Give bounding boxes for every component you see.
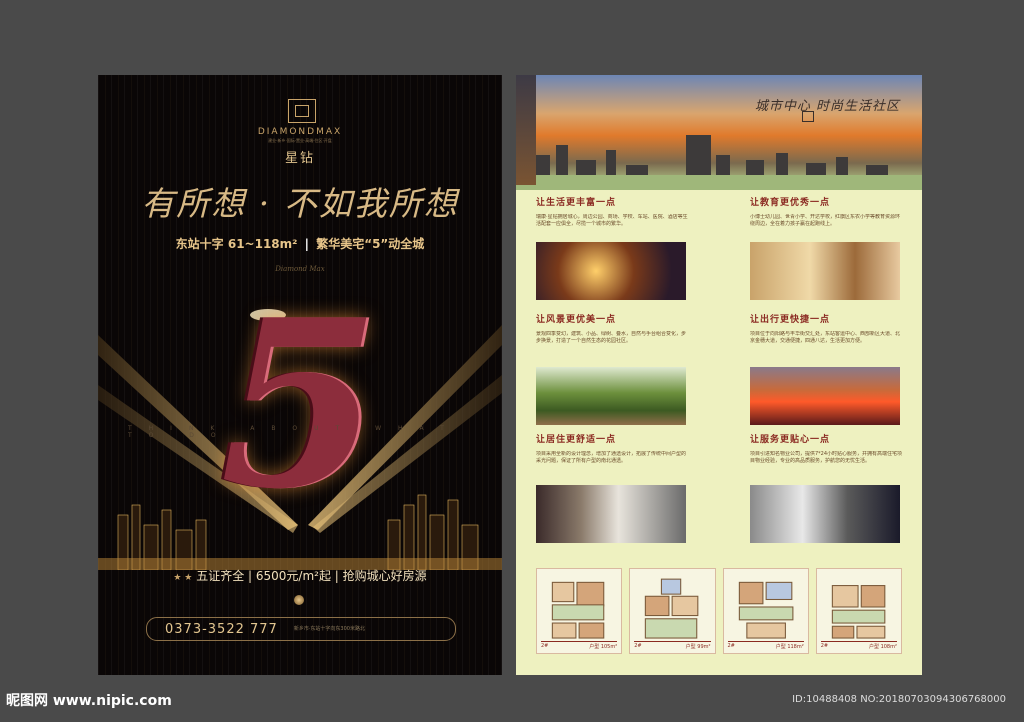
block-desc: 瑞康·星钻拥居城心，周边公园、商场、学校、车站、医院、酒店等生活配套一应俱全，尽…	[536, 214, 688, 227]
tagline-location: 东站十字 61~118m²	[175, 237, 298, 251]
star-icon: ★ ★	[173, 573, 193, 583]
brand-chinese: 星钻	[284, 151, 315, 166]
block-title: 让风景更优美一点	[536, 315, 617, 325]
block-desc: 小博士幼儿园、世青小学、开达学校，红旗区东农小学等教育资源环绕周边，全在着力孩子…	[750, 214, 901, 227]
right-flyer: 城市中心 时尚生活社区 让生活更丰富一点 瑞康·星钻拥居城心，周边公园、商场、学…	[516, 75, 922, 675]
block-title: 让居住更舒适一点	[536, 435, 617, 445]
plan-name: 2#	[820, 643, 829, 649]
plan-name: 2#	[634, 643, 642, 649]
block-life: 让生活更丰富一点 瑞康·星钻拥居城心，周边公园、商场、学校、车站、医院、酒店等生…	[536, 195, 690, 236]
floor-plan: 2# 户型 108m²	[815, 568, 902, 654]
tagline-separator: |	[304, 237, 309, 251]
block-education: 让教育更优秀一点 小博士幼儿园、世青小学、开达学校，红旗区东农小学等教育资源环绕…	[750, 195, 904, 236]
block-title: 让服务更贴心一点	[750, 435, 831, 445]
diamond-logo-icon	[288, 99, 316, 123]
plan-name: 2#	[727, 643, 735, 649]
photo-city-night	[536, 242, 686, 300]
plan-name: 2#	[541, 643, 549, 649]
tagline-promo: 繁华美宅“5”动全城	[316, 237, 425, 251]
watermark-site: 昵图网 www.nipic.com	[6, 693, 172, 709]
block-title: 让生活更丰富一点	[536, 198, 617, 208]
contact-bar: 0373-3522 777 新乡市·东站十字向东300米路北	[146, 617, 456, 641]
features-text: 五证齐全 | 6500元/m²起 | 抢购城心好房源	[196, 569, 427, 583]
city-skyline	[516, 135, 922, 190]
block-service: 让服务更贴心一点 项目引进知名物业公司，提供7*24小时贴心服务，并拥有高端住宅…	[750, 432, 904, 473]
block-desc: 景观四季变幻，建筑、小品、绿树、叠水，自然与手台组合变化，步步换景，打造了一个自…	[536, 331, 687, 344]
headline: 城市中心 时尚生活社区	[754, 99, 900, 114]
block-title: 让出行更快捷一点	[750, 315, 831, 325]
block-title: 让教育更优秀一点	[750, 198, 831, 208]
headline-logo-icon	[802, 111, 814, 122]
photo-traffic	[750, 367, 900, 425]
floor-plans: 2# 户型 105m² 2# 户型 99m² 2# 户型 118m² 2# 户型 108…	[536, 568, 902, 654]
floor-plan-drawing	[738, 581, 793, 639]
photo-children	[750, 242, 900, 300]
floor-plan-drawing	[645, 578, 699, 639]
floor-plan: 2# 户型 99m²	[629, 568, 716, 654]
plan-caption: 2# 户型 99m²	[634, 641, 711, 650]
plan-area: 户型 99m²	[685, 644, 711, 650]
plan-area: 户型 118m²	[775, 644, 804, 650]
photo-interior	[536, 485, 686, 543]
slogan: 有所想 · 不如我所想	[141, 184, 459, 223]
block-desc: 项目引进知名物业公司，提供7*24小时贴心服务，并拥有高端住宅项目物业经验，专业…	[750, 451, 903, 464]
brand-english: DIAMONDMAX	[257, 127, 343, 137]
block-desc: 项目位于向阳路与丰华街交汇处，东站客运中心、西部新区大道、北京金穗大道，交通便捷…	[750, 331, 901, 344]
watermark-id: ID:10488408 NO:20180703094306768000	[792, 694, 1006, 705]
plan-area: 户型 108m²	[868, 644, 897, 650]
block-scenery: 让风景更优美一点 景观四季变幻，建筑、小品、绿树、叠水，自然与手台组合变化，步步…	[536, 312, 690, 353]
tower-silhouette	[516, 75, 536, 185]
gold-emblem-icon	[294, 595, 304, 605]
plan-caption: 2# 户型 108m²	[820, 641, 897, 650]
photo-service	[750, 485, 900, 543]
golden-skyline	[98, 494, 502, 570]
block-living: 让居住更舒适一点 项目采用全新的设计理念，增加了通透设计，拓展了传统中间户型的采…	[536, 432, 690, 473]
floor-plan-drawing	[831, 585, 886, 639]
plan-caption: 2# 户型 105m²	[541, 641, 618, 650]
plan-caption: 2# 户型 118m²	[727, 641, 804, 650]
floor-plan: 2# 户型 105m²	[536, 568, 623, 654]
address: 新乡市·东站十字向东300米路北	[293, 626, 365, 632]
think-text: THINK ABOUT WHAT TO DO	[128, 425, 461, 439]
block-transport: 让出行更快捷一点 项目位于向阳路与丰华街交汇处，东站客运中心、西部新区大道、北京…	[750, 312, 904, 353]
phone-number[interactable]: 0373-3522 777	[165, 622, 278, 637]
floor-plan: 2# 户型 118m²	[722, 568, 809, 654]
photo-garden	[536, 367, 686, 425]
block-desc: 项目采用全新的设计理念，增加了通透设计，拓展了传统中间户型的采光问题，保证了所有…	[536, 451, 687, 464]
plan-area: 户型 105m²	[589, 644, 618, 650]
brand-subtitle: 建业·新乡·国际·置业·高端·住区·开盘	[268, 138, 332, 143]
left-flyer: DIAMONDMAX 建业·新乡·国际·置业·高端·住区·开盘 星钻 有所想 ·…	[98, 75, 502, 675]
floor-plan-drawing	[551, 581, 605, 639]
features-line: ★ ★ 五证齐全 | 6500元/m²起 | 抢购城心好房源	[98, 567, 502, 584]
tagline: 东站十字 61~118m² | 繁华美宅“5”动全城	[98, 235, 502, 252]
